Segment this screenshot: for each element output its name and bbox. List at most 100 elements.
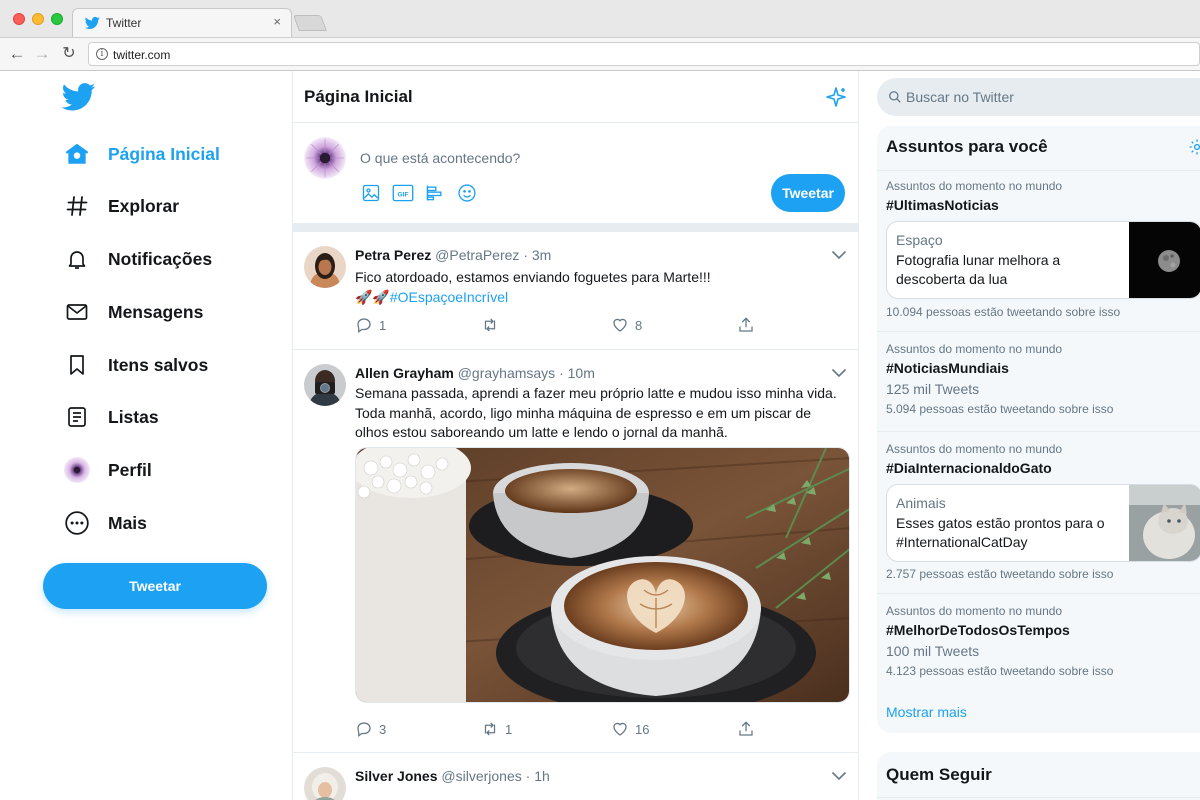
avatar[interactable] xyxy=(304,767,346,800)
author-handle[interactable]: @grayhamsays xyxy=(458,365,555,381)
tweet[interactable]: Silver Jones @silverjones · 1h xyxy=(293,753,858,800)
hashtag-link[interactable]: #OEspaçoeIncrível xyxy=(390,289,508,305)
nav-item-notifications[interactable]: Notificações xyxy=(62,244,212,274)
search-input[interactable] xyxy=(906,78,1186,116)
url-text[interactable]: twitter.com xyxy=(113,48,170,62)
show-more-link[interactable]: Mostrar mais xyxy=(886,704,967,720)
tweet-actions: 3 1 16 xyxy=(355,720,755,740)
rocket-emoji: 🚀🚀 xyxy=(355,288,390,305)
moon-image xyxy=(1129,222,1200,298)
trend-talking: 10.094 pessoas estão tweetando sobre iss… xyxy=(886,305,1121,319)
emoji-icon[interactable] xyxy=(456,182,478,204)
heart-icon xyxy=(613,318,627,332)
tweet-body: Fico atordoado, estamos enviando foguete… xyxy=(355,269,711,285)
nav-label: Listas xyxy=(108,406,159,427)
nav-item-messages[interactable]: Mensagens xyxy=(62,297,203,327)
nav-label: Notificações xyxy=(108,248,213,269)
reload-icon[interactable]: ↻ xyxy=(59,44,79,64)
tweet-header: Allen Grayham @grayhamsays · 10m xyxy=(355,365,595,381)
trend-news-card[interactable]: Espaço Fotografia lunar melhora a descob… xyxy=(886,221,1200,299)
image-icon[interactable] xyxy=(360,182,382,204)
poll-icon[interactable] xyxy=(424,182,446,204)
forward-arrow-icon[interactable]: → xyxy=(32,44,52,64)
trend-item[interactable]: Assuntos do momento no mundo #DiaInterna… xyxy=(877,431,1200,593)
trend-item[interactable]: Assuntos do momento no mundo #UltimasNot… xyxy=(877,170,1200,331)
author-name[interactable]: Silver Jones xyxy=(355,768,438,784)
gif-icon[interactable]: GIF xyxy=(392,182,414,204)
author-name[interactable]: Allen Grayham xyxy=(355,365,454,381)
trend-hashtag[interactable]: #DiaInternacionaldoGato xyxy=(886,460,1052,476)
nav-item-lists[interactable]: Listas xyxy=(62,402,159,432)
trend-hashtag[interactable]: #MelhorDeTodosOsTempos xyxy=(886,622,1070,638)
minimize-window-button[interactable] xyxy=(32,13,44,25)
avatar[interactable] xyxy=(304,137,346,179)
reply-button[interactable]: 1 xyxy=(355,316,386,334)
nav-item-explore[interactable]: Explorar xyxy=(62,191,179,221)
retweet-button[interactable] xyxy=(481,316,505,334)
compose-input[interactable]: O que está acontecendo? xyxy=(360,150,520,166)
card-headline: Esses gatos estão prontos para o #Intern… xyxy=(896,515,1105,550)
share-button[interactable] xyxy=(737,316,755,334)
chevron-down-icon[interactable] xyxy=(831,770,847,782)
compose-tweet-button[interactable]: Tweetar xyxy=(771,174,845,212)
trend-tweet-count: 100 mil Tweets xyxy=(886,643,980,659)
divider xyxy=(877,797,1200,798)
trend-item[interactable]: Assuntos do momento no mundo #MelhorDeTo… xyxy=(877,593,1200,693)
tweet[interactable]: Petra Perez @PetraPerez · 3m Fico atordo… xyxy=(293,232,858,350)
more-icon xyxy=(62,508,92,538)
reply-count: 3 xyxy=(379,721,387,737)
nav-item-more[interactable]: Mais xyxy=(62,508,147,538)
tweet-header: Silver Jones @silverjones · 1h xyxy=(355,768,550,784)
tweet-button[interactable]: Tweetar xyxy=(43,563,267,609)
tab-title: Twitter xyxy=(106,16,142,30)
browser-chrome: Twitter × ← → ↻ i twitter.com xyxy=(0,0,1200,71)
author-handle[interactable]: @PetraPerez xyxy=(435,247,519,263)
like-count: 16 xyxy=(635,721,650,737)
author-name[interactable]: Petra Perez xyxy=(355,247,431,263)
share-button[interactable] xyxy=(737,720,755,738)
new-tab-button[interactable] xyxy=(293,15,327,31)
info-icon[interactable]: i xyxy=(96,48,108,60)
nav-label: Itens salvos xyxy=(108,354,209,375)
back-arrow-icon[interactable]: ← xyxy=(7,44,27,64)
trend-talking: 2.757 pessoas estão tweetando sobre isso xyxy=(886,567,1114,581)
nav-item-bookmarks[interactable]: Itens salvos xyxy=(62,350,208,380)
chevron-down-icon[interactable] xyxy=(831,367,847,379)
like-button[interactable]: 8 xyxy=(611,316,642,334)
tab-close-icon[interactable]: × xyxy=(273,14,281,29)
bookmark-icon xyxy=(62,350,92,380)
trend-news-card[interactable]: Animais Esses gatos estão prontos para o… xyxy=(886,484,1200,562)
avatar[interactable] xyxy=(304,246,346,288)
nav-label: Explorar xyxy=(108,195,179,216)
card-category: Espaço xyxy=(896,232,943,248)
like-button[interactable]: 16 xyxy=(611,720,649,738)
reply-button[interactable]: 3 xyxy=(355,720,386,738)
trend-item[interactable]: Assuntos do momento no mundo #NoticiasMu… xyxy=(877,331,1200,431)
feed-header: Página Inicial xyxy=(293,71,858,123)
sparkle-icon[interactable] xyxy=(824,85,848,109)
chevron-down-icon[interactable] xyxy=(831,249,847,261)
nav-item-profile[interactable]: Perfil xyxy=(62,455,152,485)
trend-hashtag[interactable]: #UltimasNoticias xyxy=(886,197,999,213)
retweet-icon xyxy=(484,318,496,332)
author-handle[interactable]: @silverjones xyxy=(441,768,521,784)
maximize-window-button[interactable] xyxy=(51,13,63,25)
tweet-image[interactable] xyxy=(355,447,850,703)
envelope-icon xyxy=(62,297,92,327)
address-bar[interactable]: i twitter.com xyxy=(88,42,1200,66)
twitter-logo-icon[interactable] xyxy=(62,83,96,111)
tweet-time: · 10m xyxy=(559,365,595,381)
tweet[interactable]: Allen Grayham @grayhamsays · 10m Semana … xyxy=(293,350,858,753)
search-box[interactable] xyxy=(877,78,1200,116)
browser-tab[interactable]: Twitter × xyxy=(72,8,292,37)
nav-item-home[interactable]: Página Inicial xyxy=(62,139,220,169)
gear-icon[interactable] xyxy=(1188,138,1200,156)
trend-context: Assuntos do momento no mundo xyxy=(886,342,1063,356)
retweet-icon xyxy=(484,722,496,736)
retweet-button[interactable]: 1 xyxy=(481,720,512,738)
trend-hashtag[interactable]: #NoticiasMundiais xyxy=(886,360,1009,376)
trend-talking: 4.123 pessoas estão tweetando sobre isso xyxy=(886,664,1114,678)
twitter-bird-icon xyxy=(85,16,100,29)
avatar[interactable] xyxy=(304,364,346,406)
close-window-button[interactable] xyxy=(13,13,25,25)
